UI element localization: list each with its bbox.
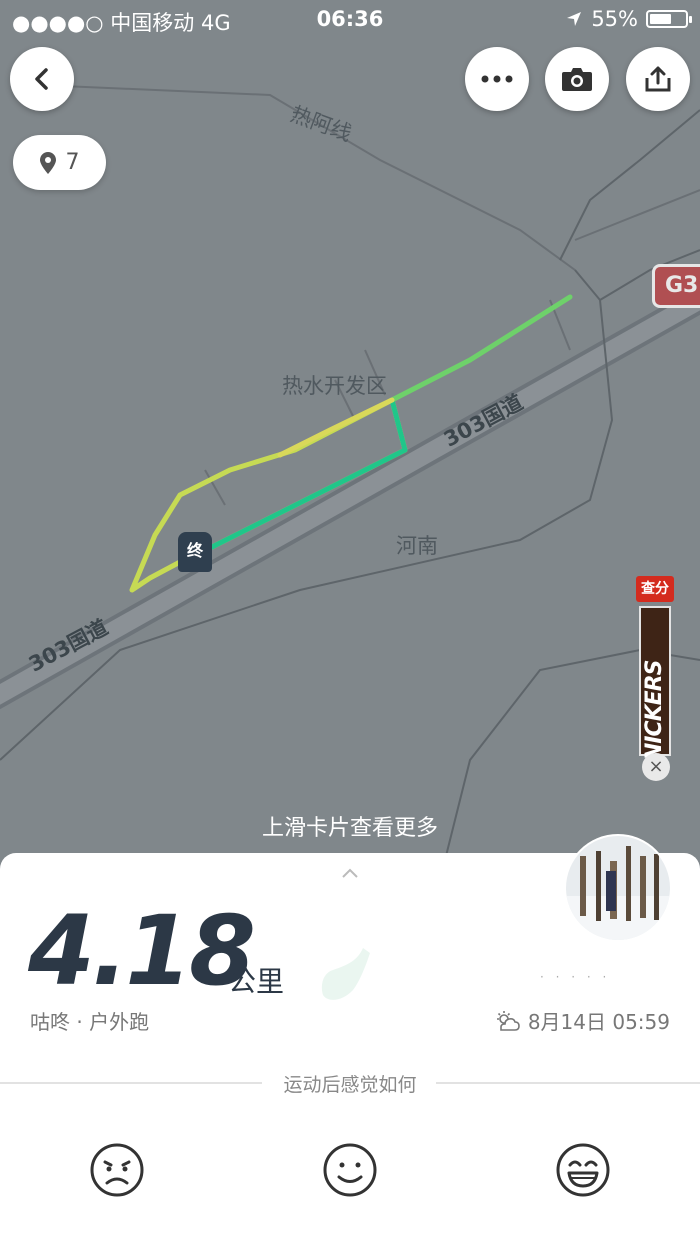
map-pin-icon [39, 151, 56, 174]
photo-count: 7 [65, 150, 80, 175]
photo-count-button[interactable]: 7 [13, 135, 106, 190]
more-button[interactable] [465, 47, 529, 111]
shoe-watermark-icon [321, 948, 370, 1000]
smile-face-icon [323, 1143, 377, 1197]
chevron-left-icon [35, 68, 48, 90]
share-button[interactable] [626, 47, 690, 111]
laugh-face-icon [556, 1143, 610, 1197]
status-right: 55% [565, 7, 692, 31]
map-label-area: 河南 [396, 534, 438, 558]
avatar-photo [566, 836, 670, 940]
ad-badge: 查分 [636, 576, 674, 602]
activity-date: 8月14日 05:59 [494, 1006, 670, 1035]
ad-bar: SNICKERS [639, 606, 671, 776]
feedback-neutral-button[interactable] [322, 1142, 378, 1198]
map-view[interactable]: 热阿线 热水开发区 303国道 303国道 河南 G3 终 [0, 0, 700, 880]
ad-banner[interactable]: 查分 SNICKERS [636, 576, 676, 776]
distance-value: 4.18 [28, 895, 256, 1007]
ad-close-button[interactable]: × [642, 753, 670, 781]
distance-unit: 公里 [228, 965, 285, 998]
divider-right [436, 1082, 700, 1084]
more-icon [481, 75, 513, 83]
feedback-happy-button[interactable] [555, 1142, 611, 1198]
highway-sign: G3 [652, 264, 700, 308]
date-text: 8月14日 05:59 [527, 1010, 670, 1034]
status-bar: ●●●●○ 中国移动 4G 06:36 55% [0, 0, 700, 40]
map-label-district: 热水开发区 [282, 374, 387, 398]
camera-icon [562, 68, 592, 91]
back-button[interactable] [10, 47, 74, 111]
sad-face-icon [90, 1143, 144, 1197]
battery-icon [646, 10, 692, 28]
swipe-hint: 上滑卡片查看更多 [261, 816, 438, 841]
activity-type: 咕咚 · 户外跑 [30, 1010, 150, 1034]
route-end-marker[interactable]: 终 [178, 532, 212, 572]
feedback-sad-button[interactable] [89, 1142, 145, 1198]
chevron-up-icon[interactable] [340, 863, 360, 884]
share-icon [645, 66, 671, 92]
avatar[interactable] [566, 836, 670, 940]
battery-percent: 55% [591, 7, 638, 31]
weather-icon [496, 1010, 520, 1031]
camera-button[interactable] [545, 47, 609, 111]
location-arrow-icon [567, 12, 582, 26]
user-name: · · · · · [540, 970, 611, 984]
